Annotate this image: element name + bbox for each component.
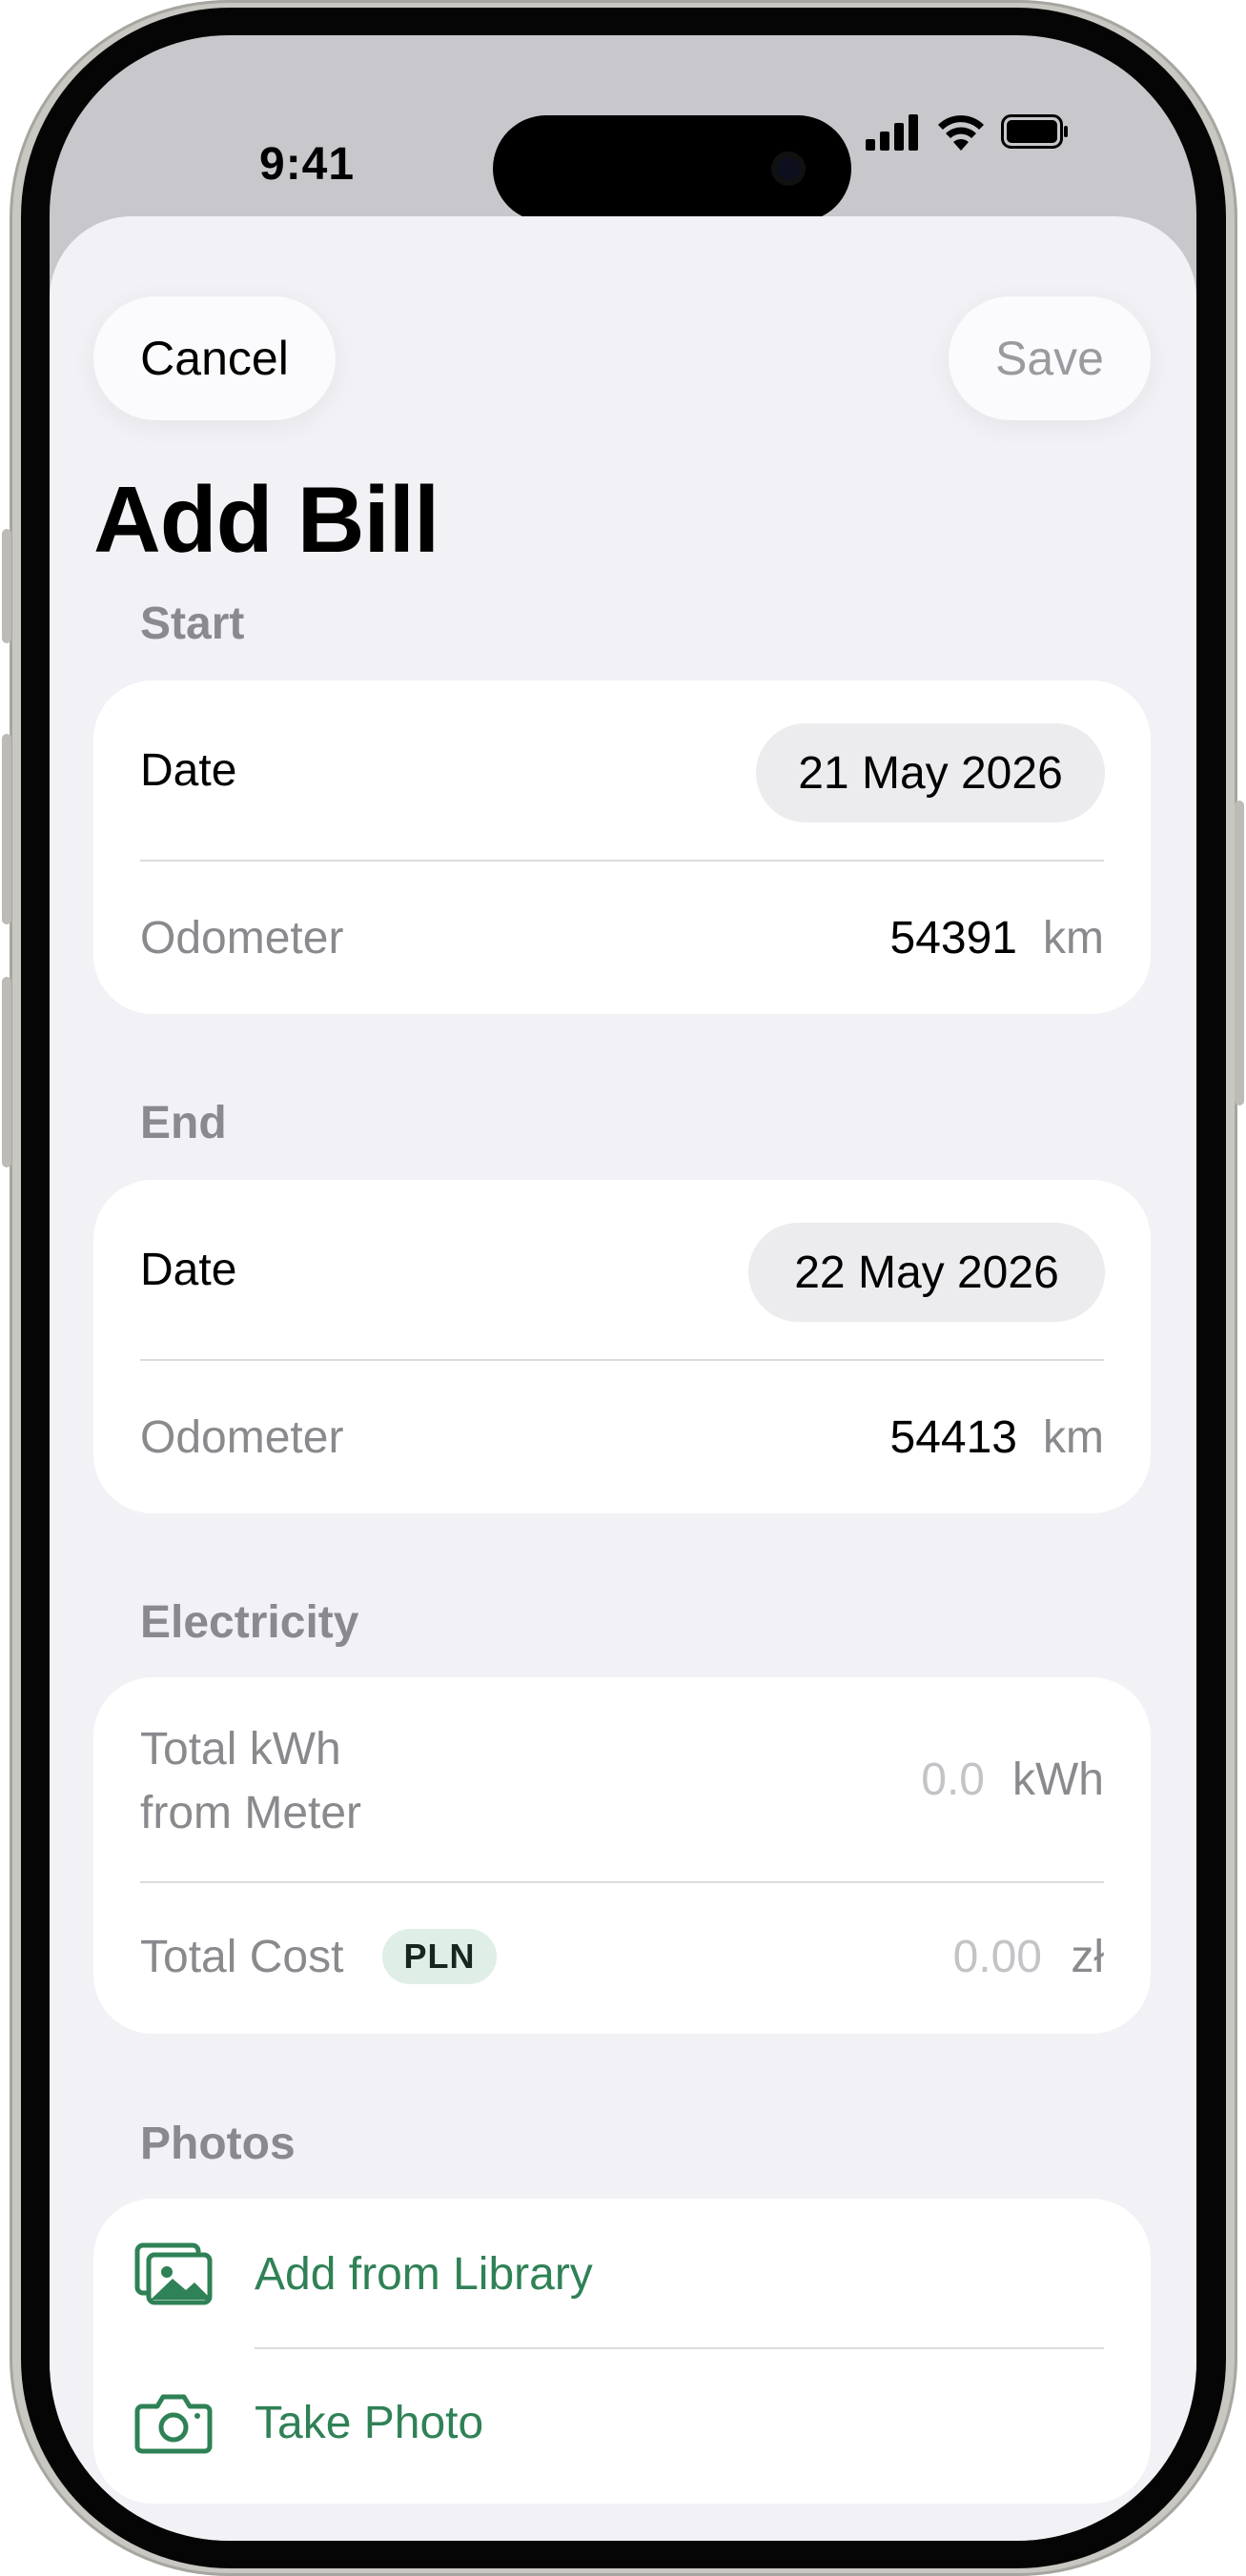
divider: [140, 1359, 1104, 1361]
volume-up-button: [2, 734, 11, 924]
divider: [140, 860, 1104, 862]
start-odometer-unit: km: [1043, 913, 1104, 963]
cellular-signal-icon: [866, 114, 918, 151]
section-header-electricity: Electricity: [140, 1597, 359, 1648]
add-from-library-label: Add from Library: [255, 2249, 593, 2300]
end-card: Date 22 May 2026 Odometer 54413 km: [93, 1180, 1151, 1513]
photo-library-icon: [134, 2242, 213, 2305]
screen: 9:41 Cancel Save Add Bill Start Date 21: [50, 35, 1196, 2541]
side-button: [1235, 801, 1244, 1105]
end-odometer-label: Odometer: [140, 1412, 344, 1463]
page-title: Add Bill: [93, 467, 439, 572]
action-button: [2, 529, 11, 643]
cancel-button[interactable]: Cancel: [93, 296, 336, 420]
status-icons: [866, 112, 1070, 152]
take-photo-row[interactable]: Take Photo: [93, 2349, 1151, 2498]
end-date-label: Date: [140, 1245, 237, 1295]
total-kwh-label-line2: from Meter: [140, 1788, 362, 1838]
end-date-picker[interactable]: 22 May 2026: [748, 1223, 1105, 1322]
total-kwh-unit: kWh: [1012, 1755, 1104, 1805]
save-button[interactable]: Save: [949, 296, 1151, 420]
section-header-end: End: [140, 1098, 227, 1148]
section-header-start: Start: [140, 598, 245, 649]
front-camera: [771, 152, 806, 186]
section-header-photos: Photos: [140, 2119, 296, 2169]
total-kwh-label-line1: Total kWh: [140, 1724, 341, 1775]
end-odometer-input[interactable]: 54413: [890, 1411, 1017, 1464]
total-kwh-input[interactable]: 0.0: [921, 1754, 985, 1806]
photos-card: Add from Library Take Photo: [93, 2199, 1151, 2504]
start-odometer-input[interactable]: 54391: [890, 912, 1017, 964]
total-cost-label: Total Cost: [140, 1932, 344, 1982]
total-cost-input[interactable]: 0.00: [953, 1931, 1042, 1983]
camera-icon: [134, 2394, 213, 2454]
electricity-card: Total kWh from Meter 0.0 kWh Total Cost …: [93, 1677, 1151, 2034]
volume-down-button: [2, 977, 11, 1167]
start-odometer-label: Odometer: [140, 913, 344, 963]
total-cost-unit: zł: [1071, 1932, 1104, 1982]
wifi-icon: [938, 115, 984, 151]
battery-icon: [1001, 114, 1068, 149]
add-from-library-row[interactable]: Add from Library: [93, 2199, 1151, 2347]
start-date-picker[interactable]: 21 May 2026: [756, 723, 1105, 822]
currency-badge: PLN: [382, 1929, 497, 1984]
status-time: 9:41: [259, 139, 356, 190]
divider: [140, 1881, 1104, 1883]
end-odometer-unit: km: [1043, 1412, 1104, 1463]
take-photo-label: Take Photo: [255, 2398, 484, 2448]
add-bill-sheet: Cancel Save Add Bill Start Date 21 May 2…: [50, 216, 1196, 2541]
start-card: Date 21 May 2026 Odometer 54391 km: [93, 680, 1151, 1014]
start-date-label: Date: [140, 745, 237, 796]
